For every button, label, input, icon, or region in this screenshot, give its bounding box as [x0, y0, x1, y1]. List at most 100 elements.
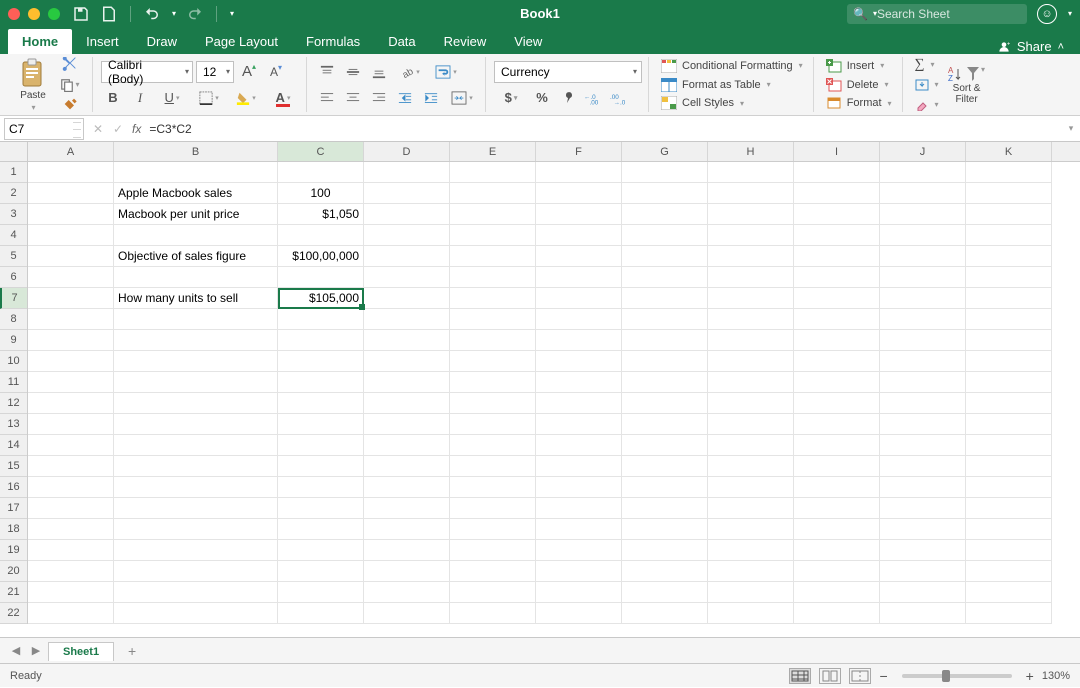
cell-I11[interactable]: [794, 372, 880, 393]
cell-C22[interactable]: [278, 603, 364, 624]
feedback-icon[interactable]: ☺: [1037, 4, 1057, 24]
tab-formulas[interactable]: Formulas: [292, 29, 374, 54]
cell-K14[interactable]: [966, 435, 1052, 456]
cell-D21[interactable]: [364, 582, 450, 603]
cell-F13[interactable]: [536, 414, 622, 435]
cell-H20[interactable]: [708, 561, 794, 582]
cell-G17[interactable]: [622, 498, 708, 519]
col-header-A[interactable]: A: [28, 142, 114, 161]
delete-cells-button[interactable]: Delete▾: [826, 76, 892, 94]
cell-styles-button[interactable]: Cell Styles▾: [661, 94, 803, 112]
cell-G8[interactable]: [622, 309, 708, 330]
cell-F16[interactable]: [536, 477, 622, 498]
row-header-12[interactable]: 12: [0, 393, 27, 414]
font-color-button[interactable]: A: [266, 87, 300, 109]
cell-E6[interactable]: [450, 267, 536, 288]
format-cells-button[interactable]: Format▾: [826, 94, 892, 112]
cell-A17[interactable]: [28, 498, 114, 519]
row-header-4[interactable]: 4: [0, 225, 27, 246]
cell-E2[interactable]: [450, 183, 536, 204]
cell-B13[interactable]: [114, 414, 278, 435]
cell-A4[interactable]: [28, 225, 114, 246]
cell-I5[interactable]: [794, 246, 880, 267]
cell-J22[interactable]: [880, 603, 966, 624]
cell-K22[interactable]: [966, 603, 1052, 624]
col-header-J[interactable]: J: [880, 142, 966, 161]
cell-G15[interactable]: [622, 456, 708, 477]
cell-A6[interactable]: [28, 267, 114, 288]
cancel-formula-button[interactable]: ✕: [88, 119, 108, 139]
cell-I7[interactable]: [794, 288, 880, 309]
cell-E15[interactable]: [450, 456, 536, 477]
cell-K4[interactable]: [966, 225, 1052, 246]
cell-F11[interactable]: [536, 372, 622, 393]
cell-H13[interactable]: [708, 414, 794, 435]
cell-A7[interactable]: [28, 288, 114, 309]
cell-K8[interactable]: [966, 309, 1052, 330]
cell-D7[interactable]: [364, 288, 450, 309]
cell-D11[interactable]: [364, 372, 450, 393]
increase-decimal-button[interactable]: ←.0.00: [582, 87, 606, 109]
cell-C16[interactable]: [278, 477, 364, 498]
cell-D9[interactable]: [364, 330, 450, 351]
cell-A21[interactable]: [28, 582, 114, 603]
cell-G2[interactable]: [622, 183, 708, 204]
row-header-22[interactable]: 22: [0, 603, 27, 624]
expand-formula-bar-button[interactable]: ▾: [1062, 123, 1080, 134]
cell-C20[interactable]: [278, 561, 364, 582]
zoom-level[interactable]: 130%: [1042, 670, 1070, 682]
cell-I1[interactable]: [794, 162, 880, 183]
align-bottom-button[interactable]: [367, 61, 391, 83]
wrap-text-button[interactable]: [429, 61, 463, 83]
cell-F9[interactable]: [536, 330, 622, 351]
zoom-in-button[interactable]: +: [1026, 668, 1034, 684]
sheet-nav-prev-button[interactable]: ◀: [8, 643, 24, 659]
cell-B6[interactable]: [114, 267, 278, 288]
col-header-E[interactable]: E: [450, 142, 536, 161]
cell-G21[interactable]: [622, 582, 708, 603]
row-header-6[interactable]: 6: [0, 267, 27, 288]
cell-I18[interactable]: [794, 519, 880, 540]
cell-H5[interactable]: [708, 246, 794, 267]
cell-J8[interactable]: [880, 309, 966, 330]
close-window-button[interactable]: [8, 8, 20, 20]
cell-A3[interactable]: [28, 204, 114, 225]
cell-K13[interactable]: [966, 414, 1052, 435]
cell-K20[interactable]: [966, 561, 1052, 582]
cell-A22[interactable]: [28, 603, 114, 624]
cell-K16[interactable]: [966, 477, 1052, 498]
cell-H12[interactable]: [708, 393, 794, 414]
orientation-button[interactable]: ab: [393, 61, 427, 83]
format-painter-button[interactable]: [58, 96, 82, 112]
cell-C5[interactable]: $100,00,000: [278, 246, 364, 267]
number-format-combo[interactable]: Currency: [494, 61, 642, 83]
cell-I6[interactable]: [794, 267, 880, 288]
cell-J10[interactable]: [880, 351, 966, 372]
sheet-tab-sheet1[interactable]: Sheet1: [48, 642, 114, 661]
cell-A18[interactable]: [28, 519, 114, 540]
cell-H4[interactable]: [708, 225, 794, 246]
maximize-window-button[interactable]: [48, 8, 60, 20]
col-header-G[interactable]: G: [622, 142, 708, 161]
row-header-15[interactable]: 15: [0, 456, 27, 477]
add-sheet-button[interactable]: +: [122, 641, 142, 661]
cell-B20[interactable]: [114, 561, 278, 582]
cell-F14[interactable]: [536, 435, 622, 456]
cell-B8[interactable]: [114, 309, 278, 330]
cell-K18[interactable]: [966, 519, 1052, 540]
share-button[interactable]: + Share ˄: [989, 39, 1072, 54]
cell-A1[interactable]: [28, 162, 114, 183]
cell-I4[interactable]: [794, 225, 880, 246]
copy-button[interactable]: ▾: [58, 77, 82, 92]
cell-A11[interactable]: [28, 372, 114, 393]
cell-G16[interactable]: [622, 477, 708, 498]
cell-F7[interactable]: [536, 288, 622, 309]
cell-J15[interactable]: [880, 456, 966, 477]
cell-D1[interactable]: [364, 162, 450, 183]
fill-color-button[interactable]: [229, 87, 263, 109]
font-name-combo[interactable]: Calibri (Body): [101, 61, 193, 83]
cell-G22[interactable]: [622, 603, 708, 624]
cell-G7[interactable]: [622, 288, 708, 309]
cell-J16[interactable]: [880, 477, 966, 498]
cell-K15[interactable]: [966, 456, 1052, 477]
